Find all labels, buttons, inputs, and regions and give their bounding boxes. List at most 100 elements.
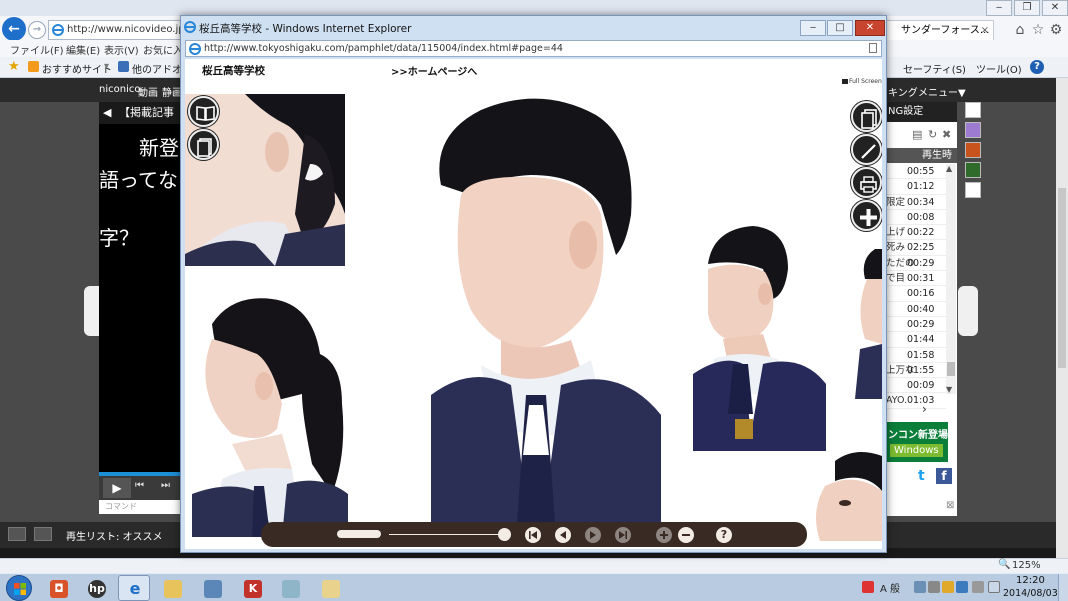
scroll-up-icon[interactable]: ▲	[946, 164, 952, 173]
fullscreen-link[interactable]: Full Screen	[842, 78, 882, 85]
favorites-star-icon[interactable]: ★	[8, 59, 20, 74]
play-icon[interactable]: ▶	[103, 478, 131, 498]
page-slider-knob[interactable]	[498, 528, 512, 541]
tray-icon[interactable]	[942, 581, 954, 593]
playlist-mode-icon[interactable]	[34, 527, 52, 541]
clock-date[interactable]: 2014/08/03	[1003, 588, 1058, 599]
notification-flag-icon[interactable]	[988, 581, 1000, 593]
pages-button[interactable]	[851, 101, 882, 132]
page-icon[interactable]	[869, 43, 877, 53]
menu-edit[interactable]: 編集(E)	[66, 42, 100, 57]
thumbnail[interactable]	[965, 182, 981, 198]
pen-tool-button[interactable]	[851, 134, 882, 165]
zoom-icon[interactable]: 🔍	[998, 559, 1010, 570]
refresh-icon[interactable]: ↻	[928, 128, 937, 141]
playtime-column-header[interactable]: 再生時	[886, 148, 957, 163]
maximize-button[interactable]: □	[827, 20, 853, 36]
comment-row[interactable]: 01:58	[886, 348, 946, 363]
chevron-right-icon[interactable]: ›	[922, 402, 927, 416]
comment-row[interactable]: 死み 02:25	[886, 240, 946, 256]
comment-row[interactable]: 限定 00:34	[886, 195, 946, 210]
taskbar-paint[interactable]	[314, 575, 346, 601]
comment-row[interactable]: 01:12	[886, 179, 946, 195]
previous-page-button[interactable]	[555, 527, 571, 543]
seek-bar[interactable]	[99, 472, 181, 476]
taskbar-app-1[interactable]: ◘	[42, 575, 74, 601]
zoom-level[interactable]: 125%	[1012, 560, 1041, 571]
gear-icon[interactable]: ⚙	[1048, 22, 1064, 38]
nav-video[interactable]: 動画	[138, 84, 158, 99]
zoom-in-button[interactable]	[851, 200, 882, 231]
zoom-out-button[interactable]	[678, 527, 694, 543]
minimize-button[interactable]: ‒	[986, 0, 1012, 16]
skip-forward-icon[interactable]: ⏭	[161, 480, 170, 491]
close-button[interactable]: ✕	[1042, 0, 1068, 16]
nav-menu[interactable]: メニュー▼	[918, 84, 966, 99]
page-indicator-pill[interactable]	[337, 530, 381, 538]
twitter-icon[interactable]: t	[918, 468, 925, 484]
panel-scrollbar[interactable]: ▲ ▼	[946, 164, 956, 394]
page-scrollbar[interactable]	[1056, 78, 1068, 558]
popup-address-bar[interactable]: http://www.tokyoshigaku.com/pamphlet/dat…	[185, 40, 882, 57]
comment-row[interactable]: 00:29	[886, 317, 946, 333]
home-page-link[interactable]: >>ホームページへ	[391, 63, 477, 78]
comment-input[interactable]: コマンド	[99, 500, 181, 514]
single-page-view-button[interactable]	[188, 129, 219, 160]
page-slider-track[interactable]	[389, 534, 509, 535]
menu-file[interactable]: ファイル(F)	[10, 42, 64, 57]
comment-row[interactable]: 00:16	[886, 286, 946, 302]
nav-seiga[interactable]: 静画	[162, 84, 182, 99]
home-icon[interactable]: ⌂	[1012, 22, 1028, 38]
fav-dropdown-icon[interactable]: ▾	[104, 61, 109, 72]
tray-icon[interactable]	[914, 581, 926, 593]
ime-indicator[interactable]: A 般	[880, 580, 900, 595]
fav-recommended[interactable]: おすすめサイト	[42, 61, 112, 76]
tab-close-icon[interactable]: ×	[981, 21, 989, 41]
thumbnail[interactable]	[965, 102, 981, 118]
minimize-button[interactable]: ‒	[800, 20, 826, 36]
facebook-icon[interactable]: f	[936, 468, 952, 484]
print-button[interactable]	[851, 167, 882, 198]
list-icon[interactable]: ▤	[912, 128, 922, 141]
pin-icon[interactable]: ✖	[942, 128, 951, 141]
close-button[interactable]: ✕	[855, 20, 885, 36]
comment-row[interactable]: ただの 00:29	[886, 256, 946, 272]
skip-back-icon[interactable]: ⏮	[135, 480, 144, 491]
thumbnail[interactable]	[965, 122, 981, 138]
playlist-toggle-icon[interactable]	[8, 527, 26, 541]
comment-row[interactable]: 00:40	[886, 302, 946, 317]
forward-arrow-icon[interactable]: →	[28, 21, 46, 39]
taskbar-explorer[interactable]	[156, 575, 188, 601]
comment-row[interactable]: 00:09	[886, 378, 946, 394]
thumbnail[interactable]	[965, 162, 981, 178]
taskbar-internet-explorer[interactable]: e	[118, 575, 150, 601]
ime-pad-icon[interactable]	[972, 581, 984, 593]
taskbar-app-7[interactable]	[274, 575, 306, 601]
scroll-thumb[interactable]	[947, 362, 955, 376]
niconico-banner[interactable]: ンコン新登場！ Windows	[886, 422, 957, 462]
comment-row[interactable]: 01:44	[886, 332, 946, 348]
comment-row[interactable]: 00:55	[886, 164, 946, 180]
close-icon[interactable]: ⊠	[946, 500, 954, 511]
next-page-button[interactable]	[585, 527, 601, 543]
menu-favorites[interactable]: お気に入	[143, 42, 183, 57]
niconico-logo[interactable]: niconico	[99, 84, 140, 95]
left-arrow-icon[interactable]: ◀	[103, 102, 111, 124]
first-page-button[interactable]	[525, 527, 541, 543]
book-view-button[interactable]	[188, 96, 219, 127]
menu-tools[interactable]: ツール(O)	[976, 61, 1022, 76]
taskbar-hp[interactable]: hp	[80, 575, 112, 601]
show-desktop-button[interactable]	[1058, 574, 1068, 601]
video-player[interactable]: 新登 語ってな 字？	[99, 102, 181, 472]
background-address-bar[interactable]: http://www.nicovideo.jp/w	[48, 20, 183, 40]
help-button[interactable]: ?	[716, 527, 732, 543]
nav-ranking[interactable]: キング	[888, 84, 918, 99]
tray-icon[interactable]	[862, 581, 874, 593]
page-scroll-thumb[interactable]	[1058, 188, 1066, 368]
right-side-tab[interactable]	[958, 286, 978, 336]
tab-thunderforce[interactable]: サンダーフォース... ×	[886, 20, 994, 42]
ng-settings-label[interactable]: NG設定	[888, 106, 923, 117]
restore-button[interactable]: ❐	[1014, 0, 1040, 16]
scroll-down-icon[interactable]: ▼	[946, 385, 952, 394]
menu-view[interactable]: 表示(V)	[104, 42, 139, 57]
